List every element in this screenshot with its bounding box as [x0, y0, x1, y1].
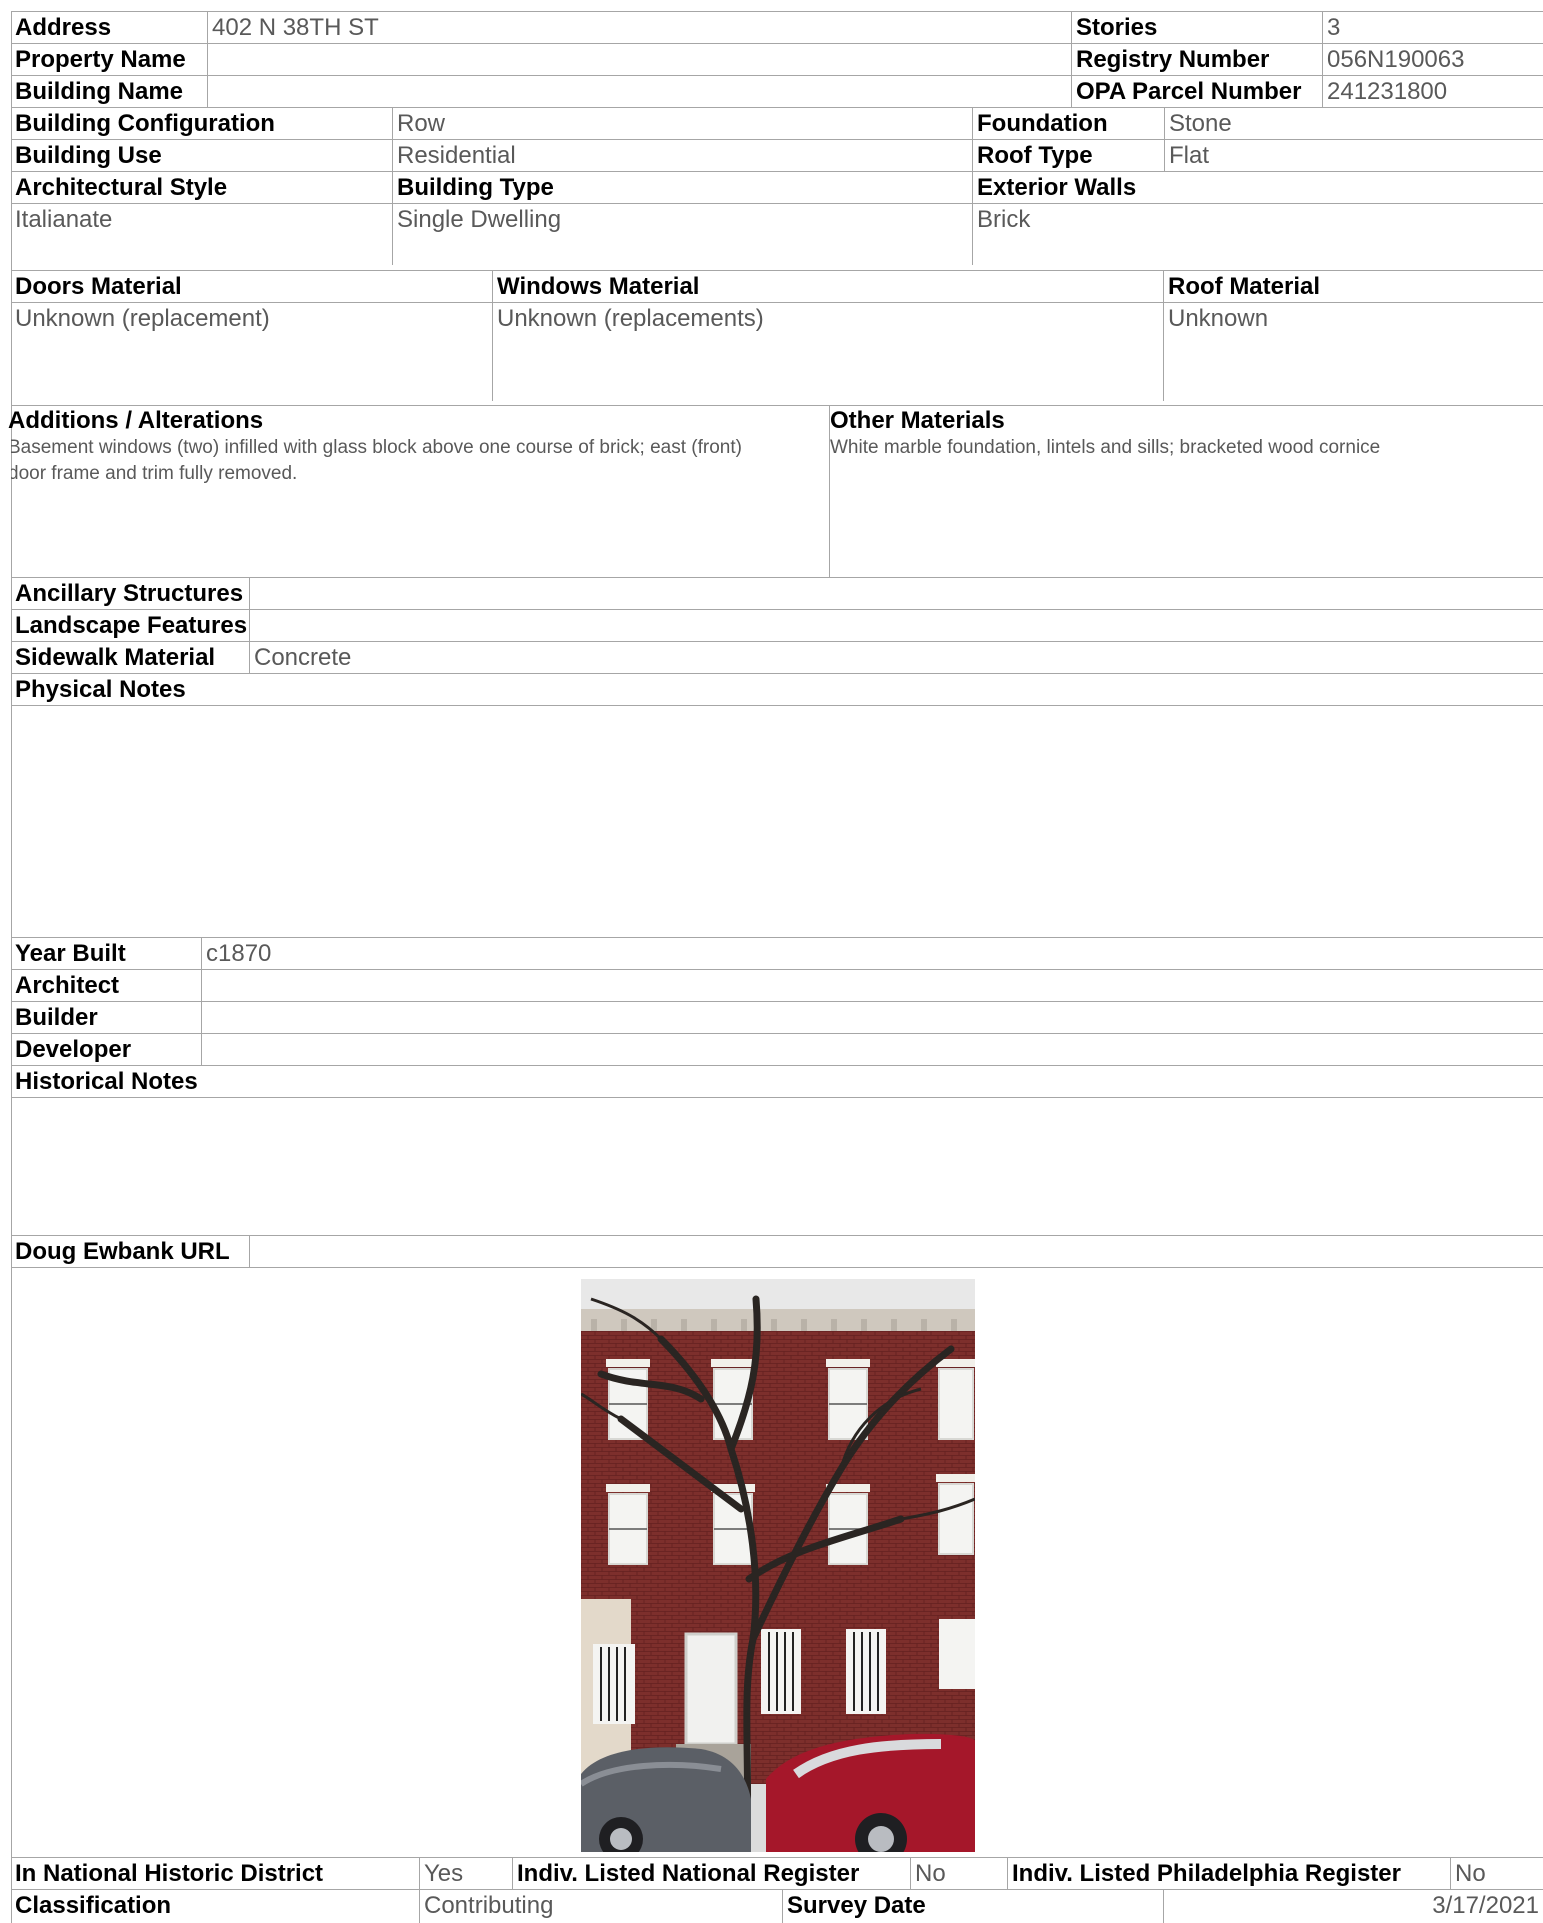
- classification-value: Contributing: [419, 1890, 782, 1923]
- survey-date-label: Survey Date: [782, 1890, 1163, 1923]
- physical-notes-label: Physical Notes: [15, 676, 186, 703]
- foundation-value: Stone: [1164, 108, 1543, 139]
- developer-value: [201, 1034, 1543, 1065]
- national-district-label: In National Historic District: [15, 1860, 324, 1887]
- row-sidewalk-material: Sidewalk Material Concrete: [11, 641, 1543, 673]
- row-materials-headers: Doors Material Windows Material Roof Mat…: [11, 270, 1543, 302]
- building-name-value: [207, 76, 1071, 107]
- opa-parcel-number-value: 241231800: [1322, 76, 1543, 107]
- row-physical-notes-header: Physical Notes: [11, 673, 1543, 705]
- doors-material-value: Unknown (replacement): [15, 305, 270, 332]
- national-register-value: No: [910, 1858, 1007, 1889]
- additions-alterations-value: Basement windows (two) infilled with gla…: [11, 437, 742, 484]
- row-building-configuration: Building Configuration Row Foundation St…: [11, 107, 1543, 139]
- building-name-label: Building Name: [15, 78, 184, 105]
- landscape-features-label: Landscape Features: [15, 612, 248, 639]
- row-year-built: Year Built c1870: [11, 937, 1543, 969]
- row-developer: Developer: [11, 1033, 1543, 1065]
- row-historical-notes-header: Historical Notes: [11, 1065, 1543, 1097]
- row-builder: Builder: [11, 1001, 1543, 1033]
- windows-material-label: Windows Material: [492, 271, 1163, 302]
- exterior-walls-label: Exterior Walls: [972, 172, 1543, 203]
- exterior-walls-value: Brick: [972, 204, 1543, 265]
- ancillary-structures-label: Ancillary Structures: [15, 580, 244, 607]
- address-label: Address: [15, 14, 112, 41]
- doug-ewbank-url-value[interactable]: [249, 1236, 1543, 1267]
- additions-alterations-cell: Basement windows (two) infilled with gla…: [11, 435, 829, 577]
- landscape-features-value: [249, 610, 1543, 641]
- address-value: 402 N 38TH ST: [207, 12, 1071, 43]
- row-ancillary-structures: Ancillary Structures: [11, 577, 1543, 609]
- other-materials-label: Other Materials: [829, 406, 1543, 435]
- additions-alterations-label: Additions / Alterations: [8, 407, 264, 434]
- building-use-value: Residential: [392, 140, 972, 171]
- philadelphia-register-value: No: [1450, 1858, 1543, 1889]
- classification-label: Classification: [15, 1892, 172, 1919]
- survey-date-value: 3/17/2021: [1163, 1890, 1543, 1923]
- property-name-label: Property Name: [15, 46, 186, 73]
- architectural-style-label: Architectural Style: [15, 174, 228, 201]
- architect-label: Architect: [15, 972, 120, 999]
- other-materials-cell: White marble foundation, lintels and sil…: [829, 435, 1543, 577]
- building-type-value: Single Dwelling: [392, 204, 972, 265]
- row-landscape-features: Landscape Features: [11, 609, 1543, 641]
- roof-material-label: Roof Material: [1163, 271, 1543, 302]
- builder-label: Builder: [15, 1004, 98, 1031]
- row-address: Address 402 N 38TH ST Stories 3: [11, 11, 1543, 43]
- national-district-value: Yes: [419, 1858, 512, 1889]
- architectural-style-value: Italianate: [15, 206, 113, 233]
- row-property-name: Property Name Registry Number 056N190063: [11, 43, 1543, 75]
- doug-ewbank-url-label: Doug Ewbank URL: [15, 1238, 230, 1265]
- roof-type-label: Roof Type: [972, 140, 1164, 171]
- foundation-label: Foundation: [972, 108, 1164, 139]
- row-materials-values: Unknown (replacement) Unknown (replaceme…: [11, 302, 1543, 401]
- doors-material-label: Doors Material: [15, 273, 182, 300]
- row-physical-notes-body: [11, 705, 1543, 937]
- developer-label: Developer: [15, 1036, 132, 1063]
- row-alterations-values: Basement windows (two) infilled with gla…: [11, 435, 1543, 577]
- property-name-value: [207, 44, 1071, 75]
- builder-value: [201, 1002, 1543, 1033]
- building-type-label: Building Type: [392, 172, 972, 203]
- building-configuration-label: Building Configuration: [15, 110, 275, 137]
- roof-material-value: Unknown: [1163, 303, 1543, 401]
- year-built-label: Year Built: [15, 940, 126, 967]
- registry-number-label: Registry Number: [1071, 44, 1322, 75]
- building-photo: [581, 1279, 975, 1852]
- building-configuration-value: Row: [392, 108, 972, 139]
- row-architect: Architect: [11, 969, 1543, 1001]
- national-register-label: Indiv. Listed National Register: [512, 1858, 910, 1889]
- stories-value: 3: [1322, 12, 1543, 43]
- roof-type-value: Flat: [1164, 140, 1543, 171]
- ancillary-structures-value: [249, 578, 1543, 609]
- registry-number-value: 056N190063: [1322, 44, 1543, 75]
- stories-label: Stories: [1071, 12, 1322, 43]
- philadelphia-register-label: Indiv. Listed Philadelphia Register: [1007, 1858, 1450, 1889]
- sidewalk-material-label: Sidewalk Material: [15, 644, 216, 671]
- year-built-value: c1870: [201, 938, 1543, 969]
- opa-parcel-number-label: OPA Parcel Number: [1071, 76, 1322, 107]
- row-style-headers: Architectural Style Building Type Exteri…: [11, 171, 1543, 203]
- sidewalk-material-value: Concrete: [249, 642, 1543, 673]
- historical-notes-label: Historical Notes: [15, 1068, 198, 1095]
- row-classification: Classification Contributing Survey Date …: [11, 1889, 1543, 1923]
- architect-value: [201, 970, 1543, 1001]
- row-registers: In National Historic District Yes Indiv.…: [11, 1857, 1543, 1889]
- windows-material-value: Unknown (replacements): [492, 303, 1163, 401]
- row-alterations-headers: Additions / Alterations Other Materials: [8, 405, 1543, 435]
- physical-notes-value: [11, 706, 1543, 937]
- row-building-name: Building Name OPA Parcel Number 24123180…: [11, 75, 1543, 107]
- historical-notes-value: [11, 1098, 1543, 1232]
- row-doug-ewbank-url: Doug Ewbank URL: [11, 1235, 1543, 1267]
- building-use-label: Building Use: [15, 142, 162, 169]
- row-historical-notes-body: [11, 1097, 1543, 1232]
- row-style-values: Italianate Single Dwelling Brick: [11, 203, 1543, 265]
- row-building-use: Building Use Residential Roof Type Flat: [11, 139, 1543, 171]
- other-materials-value: White marble foundation, lintels and sil…: [830, 437, 1381, 458]
